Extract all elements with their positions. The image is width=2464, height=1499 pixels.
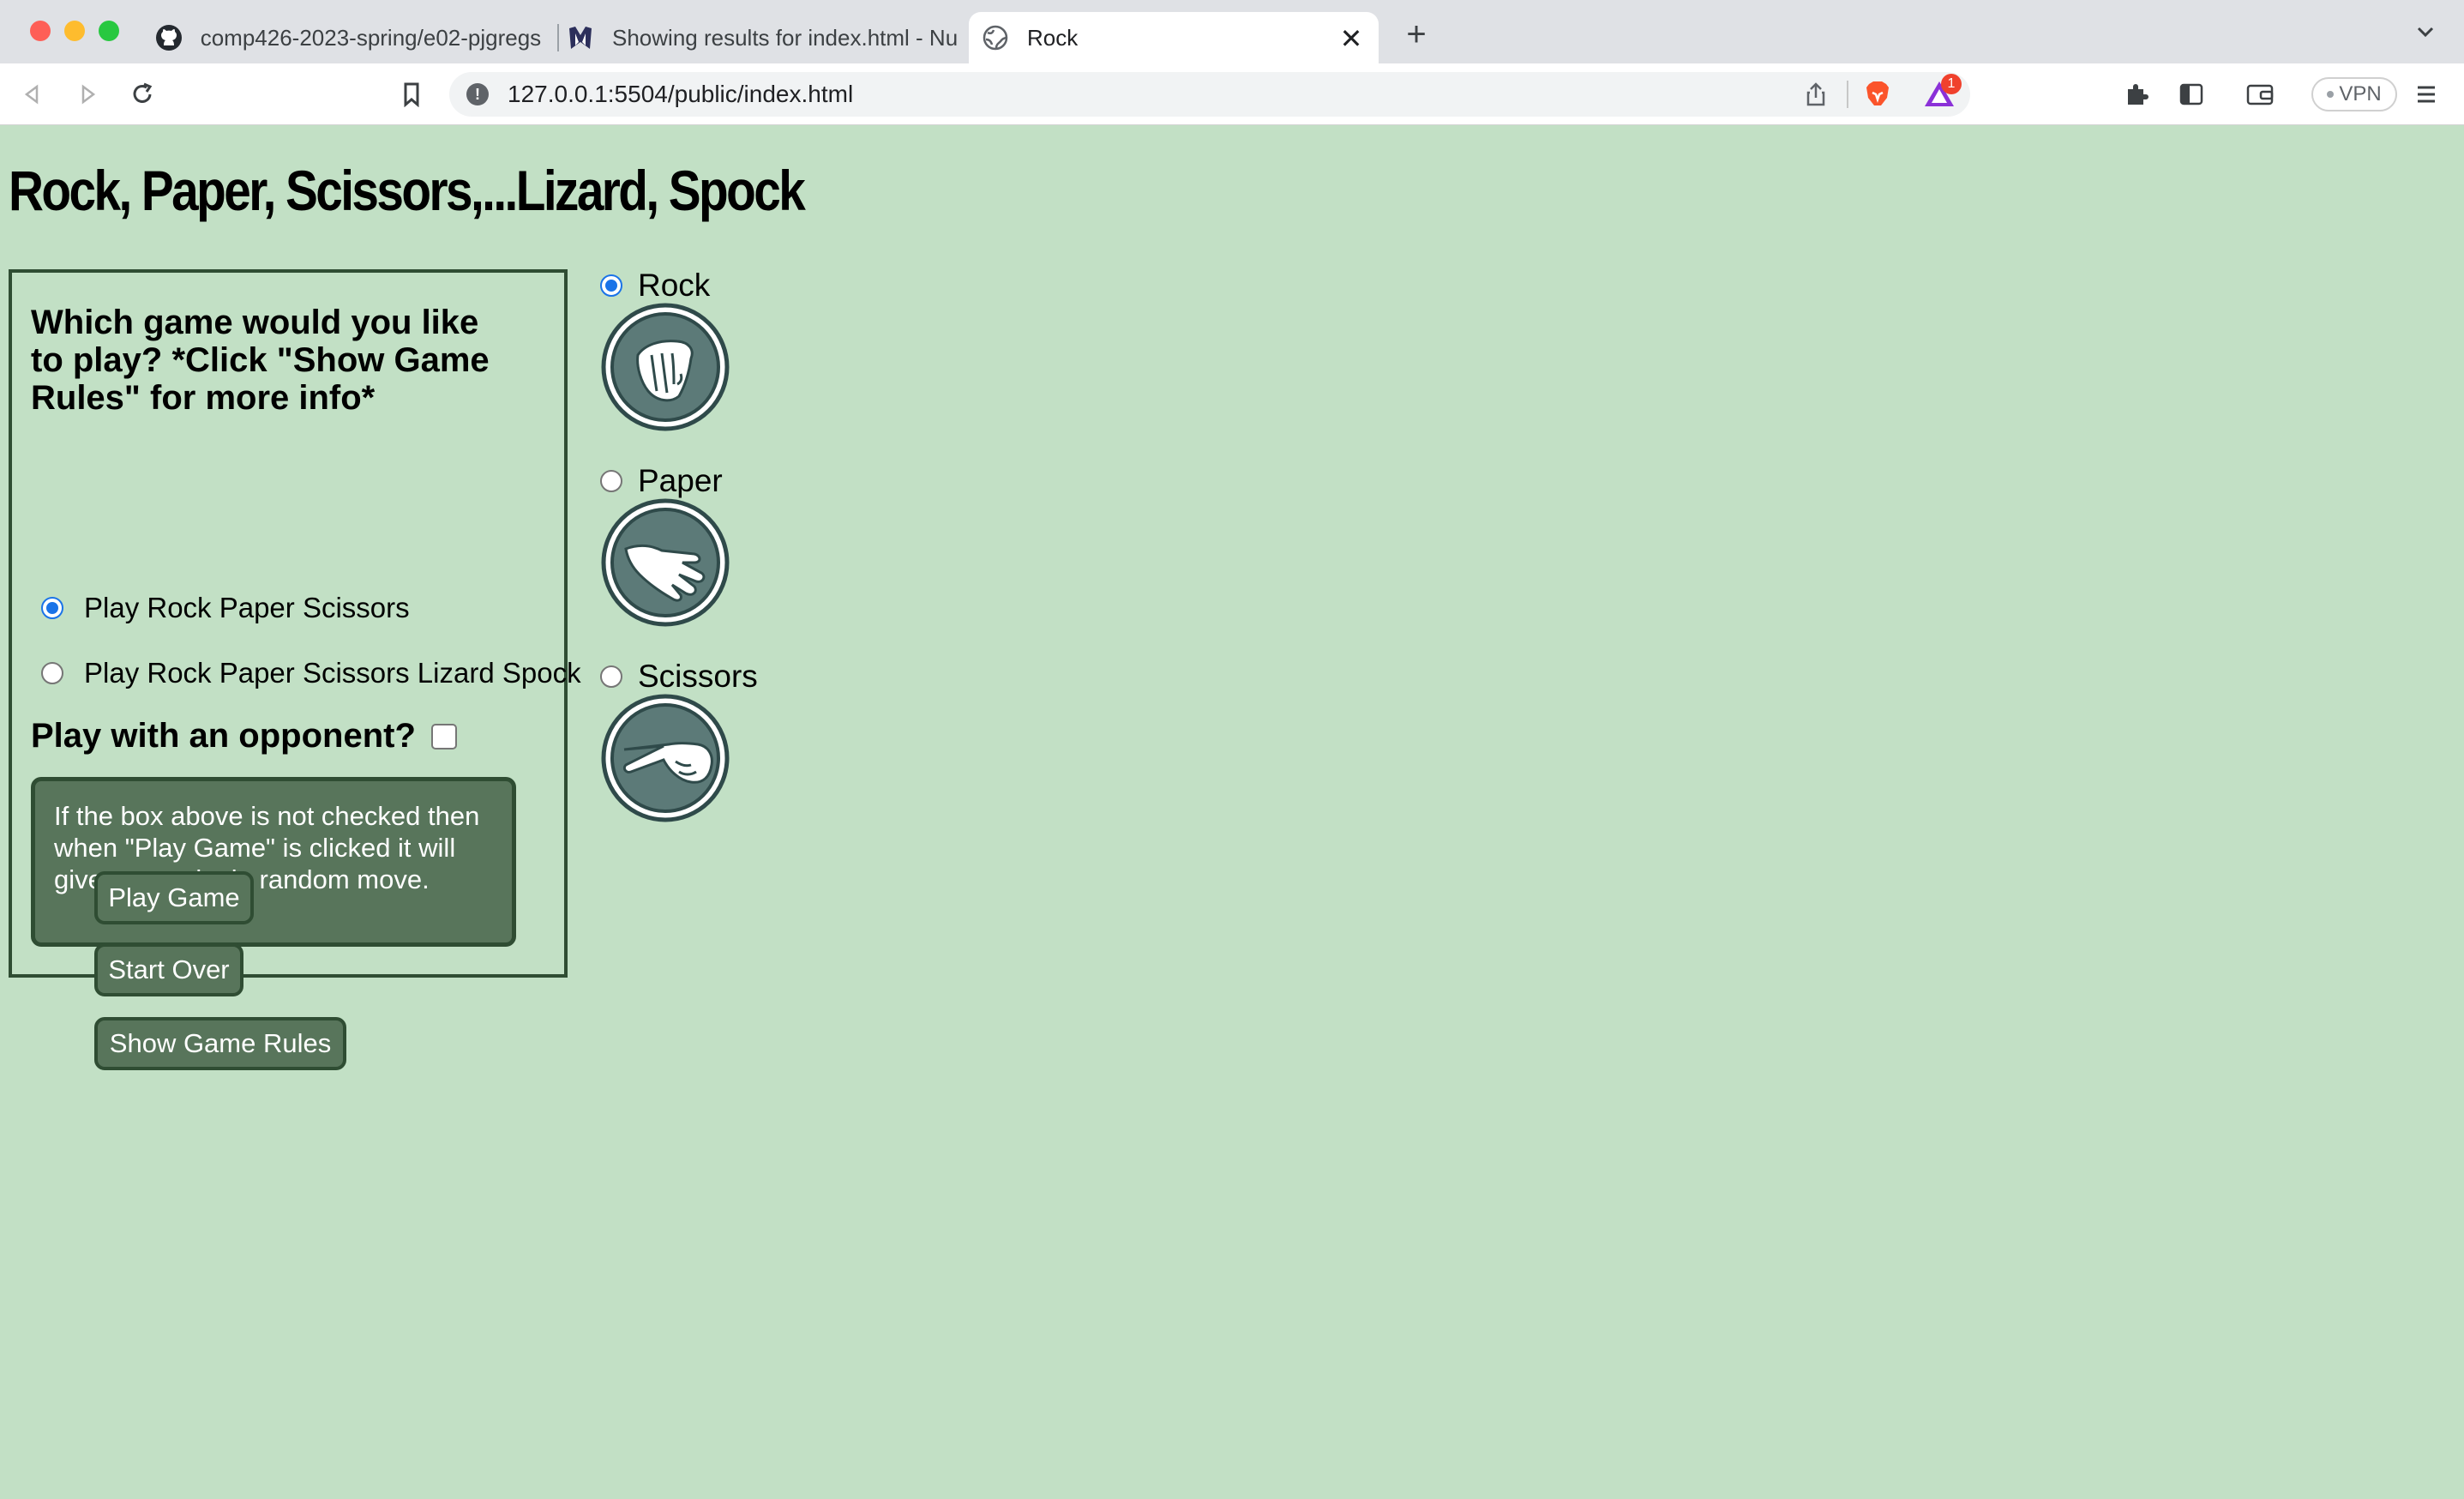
maximize-window-button[interactable] bbox=[99, 21, 119, 41]
menu-icon[interactable] bbox=[2409, 77, 2443, 111]
game-question: Which game would you like to play? *Clic… bbox=[31, 304, 490, 417]
reload-icon[interactable] bbox=[125, 77, 159, 111]
scissors-hand-icon[interactable] bbox=[600, 693, 730, 823]
tab-title: Rock bbox=[1027, 24, 1079, 51]
paper-hand-icon[interactable] bbox=[600, 497, 730, 628]
address-bar[interactable]: ! 127.0.0.1:5504/public/index.html 1 bbox=[449, 72, 1970, 117]
mode-label: Play Rock Paper Scissors bbox=[84, 592, 410, 623]
mode-label: Play Rock Paper Scissors Lizard Spock bbox=[84, 657, 581, 689]
vpn-status-dot bbox=[2327, 91, 2335, 98]
tab-search-chevron-icon[interactable] bbox=[2414, 21, 2437, 49]
mode-option-rpsls[interactable]: Play Rock Paper Scissors Lizard Spock bbox=[41, 657, 581, 689]
close-window-button[interactable] bbox=[30, 21, 51, 41]
move-label: Paper bbox=[638, 463, 723, 498]
move-radio-scissors[interactable] bbox=[600, 665, 622, 688]
new-tab-button[interactable]: + bbox=[1397, 15, 1435, 53]
mode-radio-rps[interactable] bbox=[41, 597, 63, 619]
tab-nu-search[interactable]: Showing results for index.html - Nu bbox=[566, 12, 969, 63]
page-title: Rock, Paper, Scissors,...Lizard, Spock bbox=[9, 159, 806, 222]
show-game-rules-button[interactable]: Show Game Rules bbox=[94, 1017, 346, 1070]
opponent-label: Play with an opponent? bbox=[31, 717, 416, 755]
minimize-window-button[interactable] bbox=[64, 21, 85, 41]
address-divider bbox=[1847, 81, 1848, 108]
play-game-button[interactable]: Play Game bbox=[94, 871, 254, 924]
browser-tab-bar: comp426-2023-spring/e02-pjgregs Showing … bbox=[0, 0, 2464, 63]
move-option-paper[interactable]: Paper bbox=[600, 463, 723, 499]
vpn-button[interactable]: VPN bbox=[2311, 77, 2397, 111]
opponent-row: Play with an opponent? bbox=[31, 717, 457, 756]
move-radio-paper[interactable] bbox=[600, 470, 622, 492]
site-info-icon[interactable]: ! bbox=[466, 83, 489, 105]
extensions-icon[interactable] bbox=[2119, 77, 2154, 111]
vpn-label: VPN bbox=[2339, 82, 2382, 105]
move-option-scissors[interactable]: Scissors bbox=[600, 659, 758, 695]
mode-radio-rpsls[interactable] bbox=[41, 662, 63, 684]
bookmark-icon[interactable] bbox=[394, 77, 429, 111]
sidebar-icon[interactable] bbox=[2174, 77, 2209, 111]
forward-icon[interactable] bbox=[70, 77, 105, 111]
game-options-panel: Which game would you like to play? *Clic… bbox=[9, 269, 581, 978]
browser-toolbar: ! 127.0.0.1:5504/public/index.html 1 VPN bbox=[0, 63, 2464, 125]
move-radio-rock[interactable] bbox=[600, 274, 622, 297]
tab-separator bbox=[557, 24, 559, 51]
opponent-checkbox[interactable] bbox=[430, 723, 457, 750]
share-icon[interactable] bbox=[1802, 81, 1830, 108]
tab-title: comp426-2023-spring/e02-pjgregs bbox=[200, 24, 542, 51]
back-icon[interactable] bbox=[15, 77, 50, 111]
move-label: Scissors bbox=[638, 659, 758, 694]
page-content: Rock, Paper, Scissors,...Lizard, Spock W… bbox=[0, 125, 2464, 1499]
nu-icon bbox=[566, 23, 595, 52]
github-icon bbox=[154, 23, 183, 52]
url-text[interactable]: 127.0.0.1:5504/public/index.html bbox=[508, 81, 853, 108]
move-label: Rock bbox=[638, 268, 711, 303]
mode-option-rps[interactable]: Play Rock Paper Scissors bbox=[41, 592, 410, 624]
brave-shields-icon[interactable] bbox=[1862, 79, 1893, 110]
wallet-icon[interactable] bbox=[2243, 77, 2277, 111]
tab-github[interactable]: comp426-2023-spring/e02-pjgregs bbox=[154, 12, 557, 63]
tab-title: Showing results for index.html - Nu bbox=[612, 24, 959, 51]
move-option-rock[interactable]: Rock bbox=[600, 268, 710, 304]
rewards-badge: 1 bbox=[1941, 74, 1962, 94]
start-over-button[interactable]: Start Over bbox=[94, 943, 243, 996]
tab-rock-active[interactable]: Rock ✕ bbox=[969, 12, 1379, 63]
globe-icon bbox=[981, 23, 1010, 52]
rock-hand-icon[interactable] bbox=[600, 302, 730, 432]
close-tab-icon[interactable]: ✕ bbox=[1336, 22, 1367, 55]
